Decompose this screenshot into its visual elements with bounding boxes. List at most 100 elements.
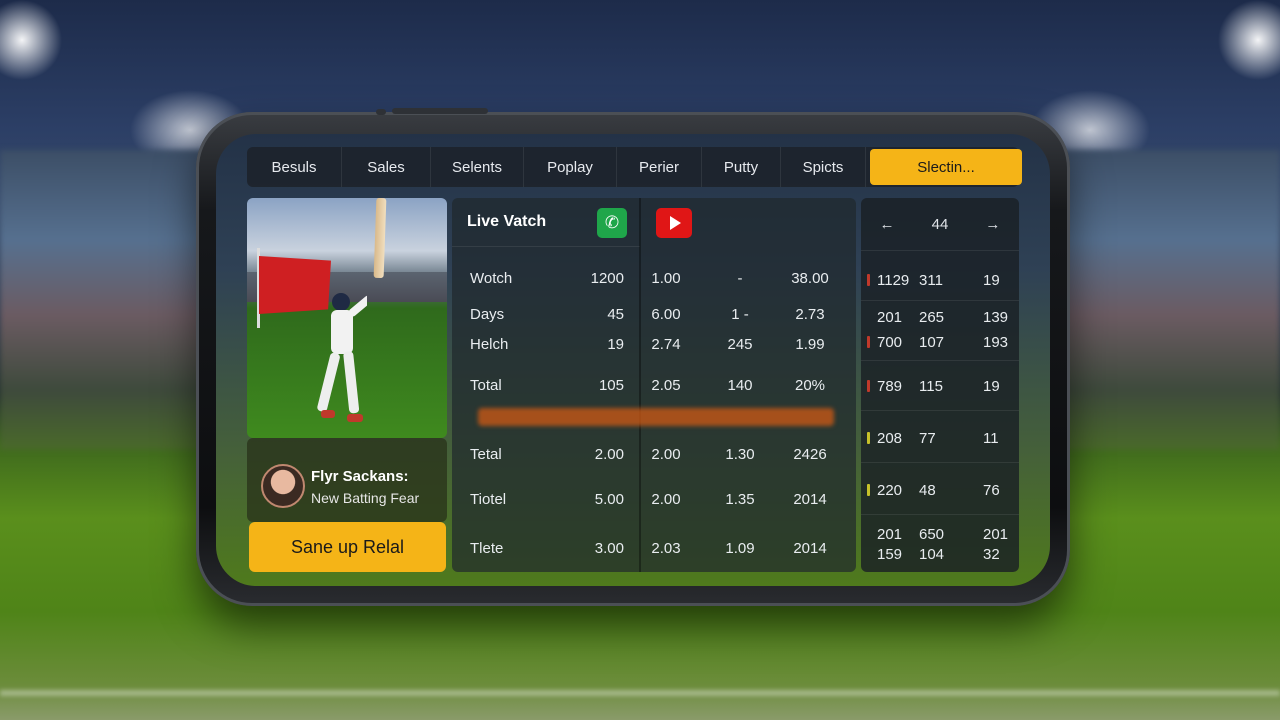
- cell: 245: [727, 336, 753, 353]
- cell: 2.05: [651, 377, 681, 394]
- table-row: Tetal 2.00 2.00 1.30 2426: [452, 442, 856, 468]
- cell: 3.00: [594, 540, 624, 557]
- status-marker: [867, 336, 870, 348]
- status-marker: [867, 380, 870, 392]
- cell: 139: [983, 309, 1009, 326]
- cell: 311: [919, 272, 943, 289]
- tab-perier[interactable]: Perier: [617, 147, 702, 187]
- divider: [861, 360, 1019, 361]
- cell: 2.74: [651, 336, 681, 353]
- profile-name: Flyr Sackans:: [311, 468, 409, 485]
- cell: 2.00: [651, 446, 681, 463]
- cell: 115: [919, 378, 943, 395]
- cell: 5.00: [594, 491, 624, 508]
- cell: 107: [919, 334, 945, 351]
- row-label: Tetal: [470, 446, 502, 463]
- app-screen: Besuls Sales Selents Poplay Perier Putty…: [216, 134, 1050, 586]
- cell: 201: [877, 309, 903, 326]
- divider: [861, 410, 1019, 411]
- cell: 2.73: [795, 306, 825, 323]
- profile-subtitle: New Batting Fear: [311, 490, 420, 506]
- player-photo: [247, 198, 447, 438]
- cell: 1200: [590, 270, 624, 287]
- pager-value: 44: [931, 215, 949, 233]
- cell: 1.09: [725, 540, 755, 557]
- volume-button: [392, 108, 488, 114]
- cell: 1.00: [651, 270, 681, 287]
- cell: 2426: [793, 446, 827, 463]
- status-marker: [867, 432, 870, 444]
- live-stats-table: Live Vatch ✆ Wotch 1200 1.00 - 38.00 Day…: [452, 198, 856, 572]
- row-label: Tlete: [470, 540, 504, 557]
- cell: 700: [877, 334, 903, 351]
- tab-selents[interactable]: Selents: [431, 147, 524, 187]
- table-row: Days 45 6.00 1 - 2.73: [452, 302, 856, 328]
- cell: 20%: [794, 377, 826, 394]
- cell: 193: [983, 334, 1009, 351]
- pager: ← 44 →: [861, 198, 1019, 251]
- cell: 201: [877, 526, 903, 543]
- side-button: [376, 109, 386, 115]
- cell: 32: [983, 546, 1000, 563]
- cell: 265: [919, 309, 945, 326]
- cell: 140: [727, 377, 753, 394]
- cell: 208: [877, 430, 903, 447]
- table-row: Tlete 3.00 2.03 1.09 2014: [452, 536, 856, 562]
- stadium-stand-right: [1040, 150, 1280, 450]
- phone-frame: Besuls Sales Selents Poplay Perier Putty…: [196, 108, 1070, 606]
- row-label: Helch: [470, 336, 509, 353]
- cell: 2.00: [594, 446, 624, 463]
- table-row: Helch 19 2.74 245 1.99: [452, 332, 856, 358]
- arrow-right-icon[interactable]: →: [985, 216, 1000, 233]
- tab-besuls[interactable]: Besuls: [247, 147, 342, 187]
- cell: 19: [607, 336, 624, 353]
- cell: 2014: [793, 491, 827, 508]
- phone-icon[interactable]: ✆: [597, 208, 627, 238]
- row-label: Tiotel: [470, 491, 507, 508]
- status-marker: [867, 484, 870, 496]
- cell: 1.30: [725, 446, 755, 463]
- cell: 2014: [793, 540, 827, 557]
- tab-putty[interactable]: Putty: [702, 147, 781, 187]
- cell: 11: [983, 430, 999, 447]
- row-label: Wotch: [470, 270, 513, 287]
- table-row: Total 105 2.05 140 20%: [452, 373, 856, 399]
- cell: 1.99: [795, 336, 825, 353]
- cell: 104: [919, 546, 945, 563]
- divider: [861, 462, 1019, 463]
- cell: 48: [919, 482, 936, 499]
- arrow-left-icon[interactable]: ←: [880, 216, 895, 233]
- cell: 201: [983, 526, 1009, 543]
- divider: [861, 300, 1019, 301]
- cell: 19: [983, 272, 1000, 289]
- tab-spicts[interactable]: Spicts: [781, 147, 866, 187]
- cell: 2.00: [651, 491, 681, 508]
- highlight-bar: [478, 408, 834, 426]
- status-marker: [867, 274, 870, 286]
- cell: 789: [877, 378, 903, 395]
- side-stats-panel: ← 44 → 1129 311 19 201 265 139 700 107 1…: [861, 198, 1019, 572]
- cell: 76: [983, 482, 1000, 499]
- cell: 77: [919, 430, 936, 447]
- live-title: Live Vatch: [467, 213, 547, 230]
- pitch-boundary-line: [0, 690, 1280, 696]
- avatar: [261, 464, 305, 508]
- tab-sales[interactable]: Sales: [342, 147, 431, 187]
- cta-button[interactable]: Sane up Relal: [249, 522, 446, 572]
- row-label: Total: [470, 377, 502, 394]
- cell: -: [737, 270, 743, 287]
- youtube-icon[interactable]: [656, 208, 692, 238]
- cell: 220: [877, 482, 903, 499]
- tab-bar: Besuls Sales Selents Poplay Perier Putty…: [247, 147, 1022, 187]
- cell: 1 -: [731, 306, 749, 323]
- cell: 650: [919, 526, 945, 543]
- cell: 1129: [877, 272, 910, 289]
- batsman-figure: [317, 293, 367, 422]
- tab-slectin[interactable]: Slectin...: [870, 149, 1022, 185]
- row-label: Days: [470, 306, 505, 323]
- divider: [861, 514, 1019, 515]
- player-profile-card[interactable]: Flyr Sackans: New Batting Fear: [247, 438, 447, 522]
- tab-poplay[interactable]: Poplay: [524, 147, 617, 187]
- cell: 38.00: [791, 270, 829, 287]
- cell: 105: [598, 377, 624, 394]
